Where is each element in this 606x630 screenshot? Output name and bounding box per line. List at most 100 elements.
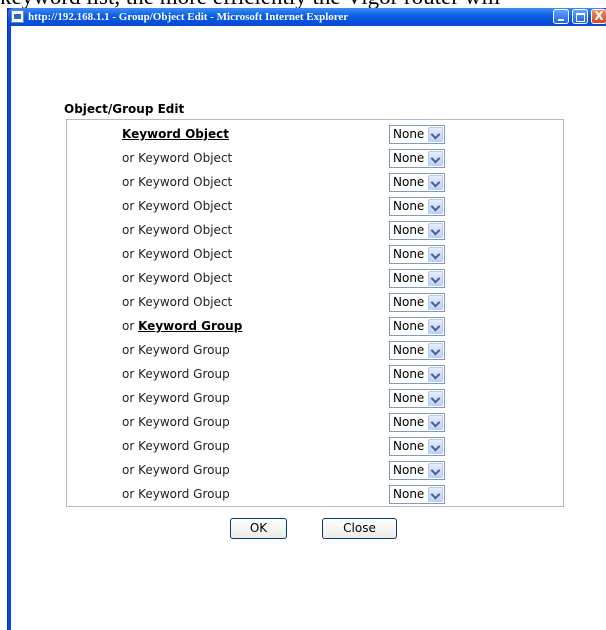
chevron-down-icon[interactable] — [428, 247, 443, 262]
page-content: Object/Group Edit Keyword Object None or K… — [11, 26, 606, 630]
keyword-select[interactable]: None — [389, 437, 445, 456]
row-label-text: Keyword Object — [138, 199, 233, 213]
chevron-down-icon[interactable] — [428, 343, 443, 358]
row-label: or Keyword Group — [122, 439, 230, 453]
keyword-select[interactable]: None — [389, 125, 445, 144]
keyword-select[interactable]: None — [389, 317, 445, 336]
keyword-select[interactable]: None — [389, 197, 445, 216]
select-value: None — [393, 127, 425, 141]
select-value: None — [393, 247, 425, 261]
row-prefix: or — [122, 439, 139, 453]
chevron-down-icon[interactable] — [428, 295, 443, 310]
select-value: None — [393, 175, 425, 189]
object-group-table: Keyword Object None or Keyword Object None o… — [66, 119, 564, 507]
row-label: or Keyword Group — [122, 343, 230, 357]
row-prefix: or — [122, 151, 139, 165]
table-row: or Keyword Group None — [67, 362, 563, 386]
select-value: None — [393, 367, 425, 381]
chevron-down-icon[interactable] — [428, 151, 443, 166]
select-value: None — [393, 487, 425, 501]
row-label: or Keyword Group — [122, 391, 230, 405]
row-prefix: or — [122, 295, 139, 309]
table-row: or Keyword Group None — [67, 458, 563, 482]
keyword-select[interactable]: None — [389, 341, 445, 360]
close-icon: X — [594, 9, 604, 23]
row-prefix: or — [122, 319, 139, 333]
select-value: None — [393, 151, 425, 165]
keyword-select[interactable]: None — [389, 461, 445, 480]
row-label: or Keyword Group — [122, 487, 230, 501]
row-label: or Keyword Object — [122, 247, 232, 261]
row-label: or Keyword Object — [122, 295, 232, 309]
keyword-select[interactable]: None — [389, 485, 445, 504]
table-row: or Keyword Group None — [67, 482, 563, 506]
row-prefix: or — [122, 487, 139, 501]
section-label: Keyword Group — [138, 319, 243, 333]
table-row: or Keyword Object None — [67, 146, 563, 170]
row-label-text: Keyword Group — [138, 487, 230, 501]
row-label-text: Keyword Object — [138, 247, 233, 261]
table-row: or Keyword Group None — [67, 434, 563, 458]
keyword-select[interactable]: None — [389, 365, 445, 384]
keyword-select[interactable]: None — [389, 245, 445, 264]
popup-window: http://192.168.1.1 - Group/Object Edit -… — [7, 8, 606, 630]
title-bar[interactable]: http://192.168.1.1 - Group/Object Edit -… — [8, 8, 606, 26]
row-label: or Keyword Group — [122, 415, 230, 429]
keyword-select[interactable]: None — [389, 173, 445, 192]
chevron-down-icon[interactable] — [428, 175, 443, 190]
row-prefix: or — [122, 367, 139, 381]
table-row: or Keyword Object None — [67, 266, 563, 290]
section-label: Keyword Object — [122, 127, 229, 141]
row-label: or Keyword Object — [122, 223, 232, 237]
keyword-select[interactable]: None — [389, 149, 445, 168]
row-label-text: Keyword Object — [138, 223, 233, 237]
select-value: None — [393, 439, 425, 453]
chevron-down-icon[interactable] — [428, 319, 443, 334]
table-row: or Keyword Object None — [67, 290, 563, 314]
maximize-button[interactable] — [572, 9, 588, 24]
close-window-button[interactable]: X — [591, 9, 606, 24]
ie-page-icon — [11, 10, 24, 23]
row-prefix: or — [122, 175, 139, 189]
select-value: None — [393, 295, 425, 309]
close-button[interactable]: Close — [322, 518, 397, 539]
row-label: or Keyword Object — [122, 199, 232, 213]
select-value: None — [393, 199, 425, 213]
table-row: or Keyword Object None — [67, 170, 563, 194]
keyword-select[interactable]: None — [389, 389, 445, 408]
select-value: None — [393, 391, 425, 405]
chevron-down-icon[interactable] — [428, 415, 443, 430]
table-row: or Keyword Group None — [67, 338, 563, 362]
minimize-button[interactable] — [553, 9, 569, 24]
ok-button[interactable]: OK — [230, 518, 287, 539]
select-value: None — [393, 343, 425, 357]
keyword-select[interactable]: None — [389, 413, 445, 432]
row-label: or Keyword Group — [122, 319, 242, 333]
chevron-down-icon[interactable] — [428, 367, 443, 382]
row-label: or Keyword Object — [122, 271, 232, 285]
select-value: None — [393, 223, 425, 237]
chevron-down-icon[interactable] — [428, 127, 443, 142]
keyword-select[interactable]: None — [389, 293, 445, 312]
table-row: Keyword Object None — [67, 122, 563, 146]
row-prefix: or — [122, 199, 139, 213]
select-value: None — [393, 319, 425, 333]
row-label: or Keyword Group — [122, 463, 230, 477]
chevron-down-icon[interactable] — [428, 439, 443, 454]
background-document-text: keyword list, the more efficiently the V… — [0, 0, 606, 8]
select-value: None — [393, 415, 425, 429]
keyword-select[interactable]: None — [389, 221, 445, 240]
row-label: or Keyword Object — [122, 175, 232, 189]
chevron-down-icon[interactable] — [428, 391, 443, 406]
table-row: or Keyword Object None — [67, 194, 563, 218]
keyword-select[interactable]: None — [389, 269, 445, 288]
row-label-text: Keyword Group — [138, 343, 230, 357]
row-label-text: Keyword Group — [138, 463, 230, 477]
chevron-down-icon[interactable] — [428, 199, 443, 214]
chevron-down-icon[interactable] — [428, 463, 443, 478]
chevron-down-icon[interactable] — [428, 271, 443, 286]
chevron-down-icon[interactable] — [428, 223, 443, 238]
row-label-text: Keyword Object — [138, 175, 233, 189]
row-prefix: or — [122, 223, 139, 237]
chevron-down-icon[interactable] — [428, 487, 443, 502]
